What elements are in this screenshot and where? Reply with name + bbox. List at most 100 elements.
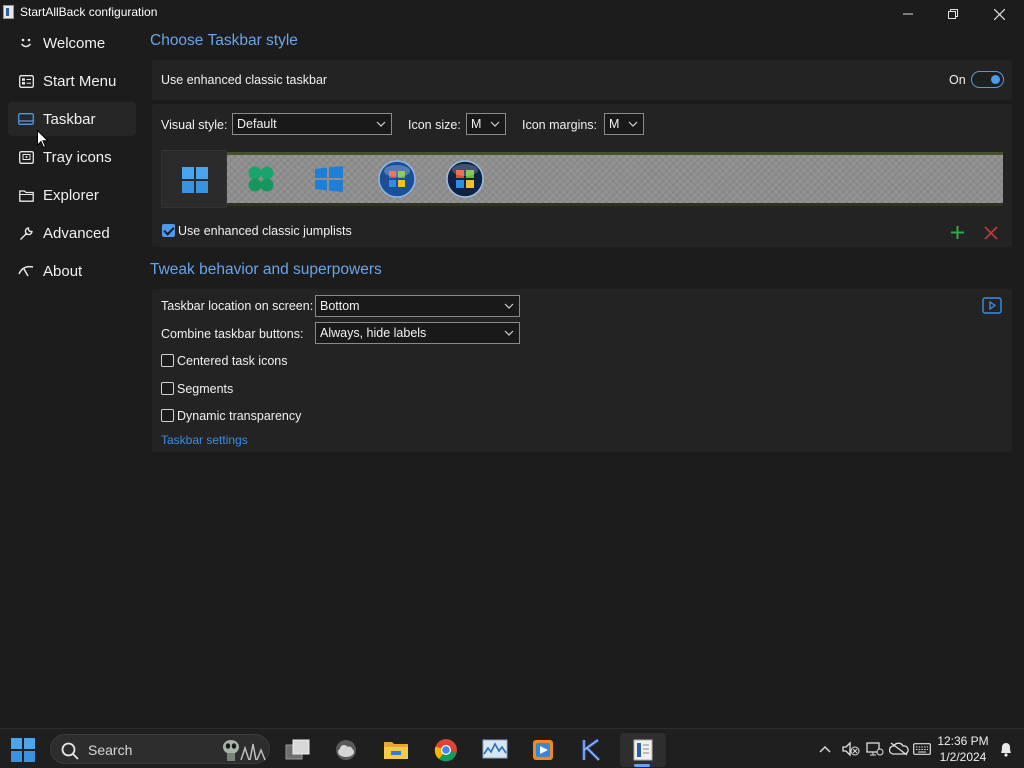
sidebar-item-label: Welcome: [43, 34, 106, 52]
sidebar-item-advanced[interactable]: Advanced: [8, 216, 136, 250]
chevron-down-icon: [504, 330, 514, 336]
icon-size-value: M: [471, 117, 482, 131]
preview-start-area[interactable]: [161, 150, 227, 208]
wrench-icon: [18, 225, 34, 241]
tray-icon: [18, 149, 34, 165]
centered-icons-checkbox[interactable]: [161, 354, 174, 367]
taskbar-location-label: Taskbar location on screen:: [161, 299, 314, 313]
taskbar-app-media-player[interactable]: [523, 733, 563, 767]
restore-button[interactable]: [930, 0, 976, 28]
notifications-button[interactable]: [996, 729, 1016, 768]
mouse-cursor-icon: [37, 130, 49, 149]
window-title: StartAllBack configuration: [20, 5, 158, 19]
chrome-icon: [434, 739, 457, 762]
media-player-icon: [533, 740, 553, 760]
speaker-muted-icon: [842, 741, 860, 757]
smile-icon: [18, 35, 34, 51]
chevron-up-icon: [819, 746, 831, 753]
icon-margins-select[interactable]: M: [604, 113, 644, 135]
remove-icon[interactable]: [984, 226, 998, 240]
close-button[interactable]: [976, 0, 1022, 28]
windows10-logo-icon: [315, 166, 343, 192]
sidebar-item-label: Explorer: [43, 186, 99, 204]
jumplists-checkbox[interactable]: [162, 224, 175, 237]
resource-monitor-icon: [482, 739, 508, 759]
enhanced-taskbar-toggle[interactable]: [971, 71, 1004, 88]
windows-start-icon: [11, 738, 35, 762]
taskbar-icon: [18, 111, 34, 127]
clock-time: 12:36 PM: [937, 734, 989, 748]
system-taskbar: Search 12:36 PM 1/2/2024: [0, 728, 1024, 768]
toggle-knob: [991, 75, 1000, 84]
style-preview[interactable]: [161, 150, 1003, 208]
folder-icon: [18, 187, 34, 203]
sidebar-item-label: Advanced: [43, 224, 110, 242]
cloud-app-icon: [336, 740, 356, 760]
sidebar-item-label: Tray icons: [43, 148, 112, 166]
taskbar-app-chrome[interactable]: [426, 733, 466, 767]
clock-date: 1/2/2024: [939, 750, 987, 764]
k-app-icon: [582, 738, 601, 762]
sidebar-item-welcome[interactable]: Welcome: [8, 26, 136, 60]
taskbar-search[interactable]: Search: [50, 734, 270, 764]
combine-buttons-select[interactable]: Always, hide labels: [315, 322, 520, 344]
tray-cloud-offline[interactable]: [888, 729, 910, 768]
icon-size-select[interactable]: M: [466, 113, 506, 135]
taskbar-app-monitor[interactable]: [475, 733, 515, 767]
toggle-state-label: On: [949, 73, 966, 87]
start-button[interactable]: [3, 733, 43, 767]
sidebar: Welcome Start Menu Taskbar Tray icons Ex…: [8, 26, 136, 292]
sidebar-item-start-menu[interactable]: Start Menu: [8, 64, 136, 98]
chevron-down-icon: [504, 303, 514, 309]
vista-orb-icon: [446, 160, 484, 198]
taskbar-location-select[interactable]: Bottom: [315, 295, 520, 317]
search-highlight-icon: [223, 740, 266, 761]
task-view-icon: [285, 739, 310, 760]
tray-network[interactable]: [864, 729, 886, 768]
combine-buttons-label: Combine taskbar buttons:: [161, 327, 304, 341]
play-video-icon[interactable]: [982, 297, 1002, 314]
sidebar-item-explorer[interactable]: Explorer: [8, 178, 136, 212]
tray-audio-muted[interactable]: [840, 729, 862, 768]
sidebar-item-tray-icons[interactable]: Tray icons: [8, 140, 136, 174]
section-title-behavior: Tweak behavior and superpowers: [150, 261, 382, 278]
add-icon[interactable]: [950, 225, 965, 240]
taskbar-app-startallback[interactable]: [620, 733, 666, 767]
taskbar-location-value: Bottom: [320, 299, 360, 313]
behavior-panel: [152, 289, 1012, 452]
sidebar-item-about[interactable]: About: [8, 254, 136, 288]
start-menu-icon: [18, 73, 34, 89]
visual-style-label: Visual style:: [161, 118, 228, 132]
taskbar-settings-link[interactable]: Taskbar settings: [161, 433, 248, 447]
startallback-app-icon: [633, 739, 653, 761]
show-hidden-icons-button[interactable]: [816, 729, 834, 768]
combine-buttons-value: Always, hide labels: [320, 326, 427, 340]
visual-style-select[interactable]: Default: [232, 113, 392, 135]
task-view-button[interactable]: [278, 733, 318, 767]
preview-taskbar-styles[interactable]: [227, 152, 1003, 206]
chevron-down-icon: [490, 121, 500, 127]
system-clock[interactable]: 12:36 PM 1/2/2024: [928, 733, 998, 765]
section-title-taskbar-style: Choose Taskbar style: [150, 32, 298, 49]
about-icon: [18, 263, 34, 279]
windows7-orb-icon: [378, 160, 416, 198]
chevron-down-icon: [376, 121, 386, 127]
segments-checkbox[interactable]: [161, 382, 174, 395]
dynamic-transparency-label: Dynamic transparency: [177, 409, 302, 423]
taskbar-app-file-explorer[interactable]: [376, 733, 416, 767]
app-icon: [3, 5, 14, 19]
sidebar-item-taskbar[interactable]: Taskbar: [8, 102, 136, 136]
minimize-button[interactable]: [885, 0, 931, 28]
minimize-icon: [903, 13, 913, 15]
title-bar: StartAllBack configuration: [0, 0, 1024, 26]
sidebar-item-label: About: [43, 262, 83, 280]
sidebar-item-label: Start Menu: [43, 72, 117, 90]
taskbar-app-cloud[interactable]: [326, 733, 366, 767]
icon-margins-label: Icon margins:: [522, 118, 598, 132]
dynamic-transparency-checkbox[interactable]: [161, 409, 174, 422]
close-icon: [993, 8, 1005, 20]
segments-label: Segments: [177, 382, 234, 396]
visual-style-value: Default: [237, 117, 277, 131]
taskbar-app-k[interactable]: [572, 733, 612, 767]
jumplists-label: Use enhanced classic jumplists: [178, 224, 352, 238]
